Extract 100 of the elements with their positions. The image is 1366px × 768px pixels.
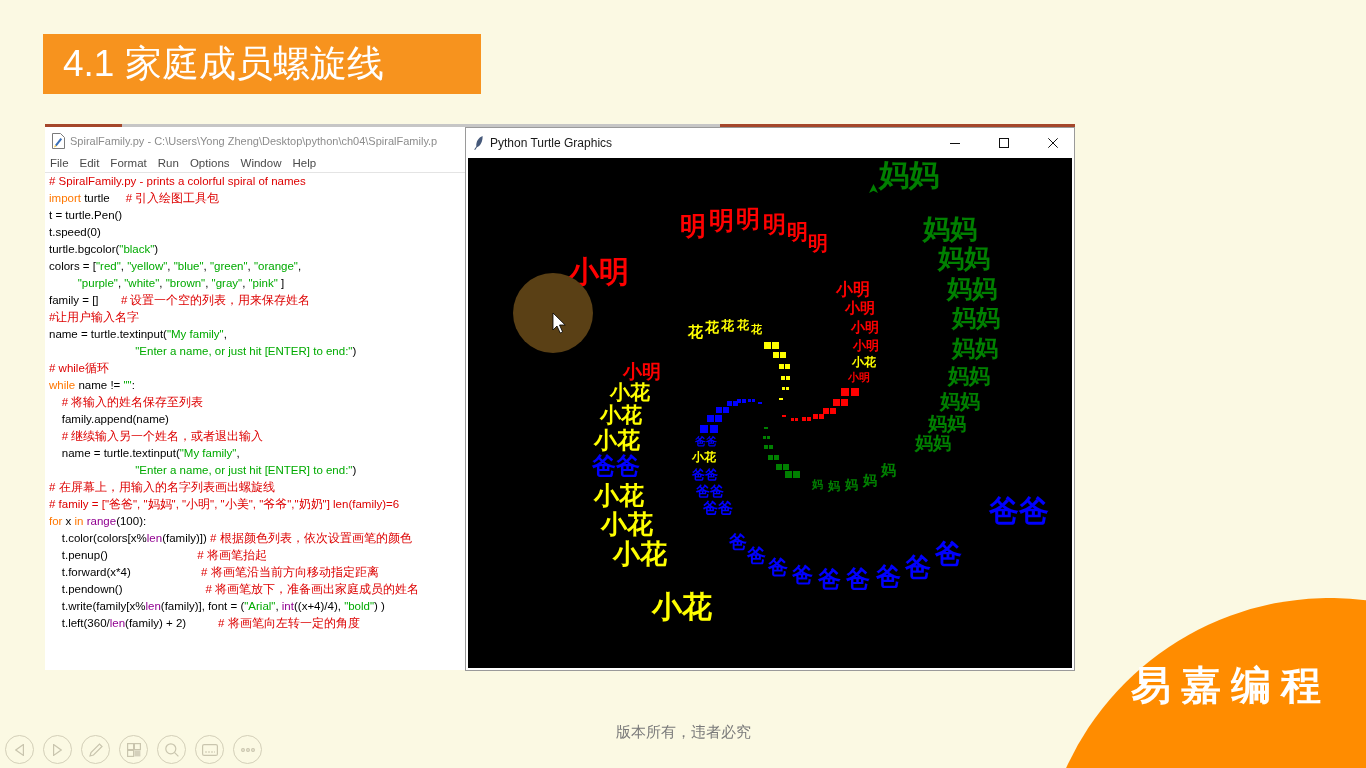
menu-item[interactable]: Window <box>240 157 282 169</box>
menu-item[interactable]: Edit <box>79 157 100 169</box>
spiral-label: 花 <box>704 320 719 335</box>
small-text-mark <box>781 376 790 380</box>
code-line: "Enter a name, or just hit [ENTER] to end:") <box>134 463 357 478</box>
small-text-mark <box>773 352 786 358</box>
spiral-label: 妈 <box>828 480 840 493</box>
document-icon <box>52 132 65 149</box>
code-line: t.speed(0) <box>49 225 101 240</box>
pen-icon <box>88 742 103 757</box>
spiral-label: 小花 <box>594 428 641 452</box>
spiral-label: 妈妈 <box>928 413 967 433</box>
brand-name: 易嘉编程 <box>1131 663 1331 707</box>
code-line: while name != "": <box>49 378 135 393</box>
small-text-mark <box>764 427 768 429</box>
menu-item[interactable]: Run <box>157 157 179 169</box>
code-line: # SpiralFamily.py - prints a colorful spiral of names <box>49 174 306 189</box>
spiral-label: 明 <box>708 208 734 234</box>
spiral-label: 爸 <box>767 556 788 577</box>
spiral-label: 妈妈 <box>947 364 990 387</box>
code-line: name = turtle.textinput("My family", <box>60 446 240 461</box>
spiral-label: 妈 <box>863 472 878 487</box>
spiral-label: 小花 <box>691 451 716 464</box>
screen-icon <box>201 743 218 756</box>
spiral-label: 明 <box>736 208 761 232</box>
code-line: t.pendown() # 将画笔放下，准备画出家庭成员的姓名 <box>60 582 420 597</box>
spiral-label: 小花 <box>594 483 645 508</box>
code-line: # 在屏幕上，用输入的名字列表画出螺旋线 <box>49 480 275 495</box>
magnifier-icon <box>164 742 179 757</box>
spiral-label: 小明 <box>622 362 661 382</box>
spiral-label: 花 <box>736 320 749 333</box>
code-line: #让用户输入名字 <box>49 310 140 325</box>
copyright-notice: 版本所有，违者必究 <box>615 722 751 742</box>
code-line: # while循环 <box>49 361 109 376</box>
window-title: Python Turtle Graphics <box>490 136 613 150</box>
spiral-label: 明 <box>786 220 808 243</box>
spiral-label: 妈妈 <box>951 306 1000 331</box>
right-triangle-icon <box>53 743 62 756</box>
small-text-mark <box>791 418 798 421</box>
code-line: import turtle # 引入绘图工具包 <box>49 191 220 206</box>
menu-item[interactable]: Help <box>292 157 317 169</box>
spiral-label: 妈妈 <box>947 276 998 302</box>
code-line: # family = ["爸爸", "妈妈", "小明", "小美", "爷爷","奶奶"] len(family)=6 <box>49 497 400 512</box>
spiral-label: 小明 <box>836 282 871 299</box>
spiral-label: 小花 <box>613 539 668 568</box>
arrowhead-icon <box>869 183 879 193</box>
spiral-label: 爸爸 <box>988 495 1049 526</box>
spiral-label: 小明 <box>568 256 629 287</box>
menu-item[interactable]: Format <box>110 157 147 169</box>
code-line: # 将输入的姓名保存至列表 <box>60 395 204 410</box>
small-text-mark <box>700 425 718 433</box>
spiral-label: 妈妈 <box>939 390 980 411</box>
small-text-mark <box>779 398 783 400</box>
spiral-label: 妈妈 <box>879 160 940 190</box>
code-line: # 继续输入另一个姓名，或者退出输入 <box>60 429 264 444</box>
code-line: t = turtle.Pen() <box>49 208 123 223</box>
code-line: turtle.bgcolor("black") <box>49 242 159 257</box>
spiral-label: 小明 <box>852 338 879 352</box>
code-line: t.write(family[x%len(family)], font = ("Arial", int((x+4)/4), "bold") ) <box>60 599 385 614</box>
spiral-label: 爸 <box>934 539 962 568</box>
code-line: family.append(name) <box>60 412 169 427</box>
spiral-label: 爸爸 <box>703 501 734 517</box>
spiral-label: 爸 <box>791 564 813 586</box>
spiral-label: 爸 <box>746 545 766 565</box>
code-line: t.penup() # 将画笔抬起 <box>60 548 267 563</box>
small-text-mark <box>768 455 779 460</box>
spiral-label: 花 <box>750 324 762 336</box>
small-text-mark <box>779 364 790 369</box>
menu-item[interactable]: File <box>50 157 69 169</box>
small-text-mark <box>841 388 859 396</box>
spiral-label: 小明 <box>847 372 870 384</box>
code-line: t.color(colors[x%len(family)]) # 根据颜色列表，依次设置画笔的颜色 <box>60 531 412 546</box>
spiral-label: 爸爸 <box>696 484 724 499</box>
small-text-mark <box>764 445 773 449</box>
spiral-label: 爸 <box>905 554 932 581</box>
small-text-mark <box>833 399 848 406</box>
spiral-label: 爸 <box>728 532 747 551</box>
spiral-label: 小花 <box>610 381 651 402</box>
small-text-mark <box>748 399 755 402</box>
code-line: "Enter a name, or just hit [ENTER] to end:") <box>134 344 357 359</box>
spiral-label: 爸爸 <box>692 467 719 481</box>
spiral-label: 小花 <box>601 511 654 538</box>
menu-item[interactable]: Options <box>189 157 230 169</box>
spiral-label: 爸 <box>875 563 901 589</box>
code-line: "purple", "white", "brown", "gray", "pink" ] <box>76 276 285 291</box>
spiral-label: 明 <box>680 212 707 239</box>
code-line: name = turtle.textinput("My family", <box>49 327 227 342</box>
spiral-label: 爸 <box>846 568 871 593</box>
spiral-label: 明 <box>762 212 786 236</box>
spiral-label: 小明 <box>850 320 879 335</box>
small-text-mark <box>782 415 786 417</box>
small-text-mark <box>782 387 789 390</box>
spiral-label: 妈妈 <box>951 336 998 360</box>
feather-icon <box>474 136 483 150</box>
code-line: t.forward(x*4) # 将画笔沿当前方向移动指定距离 <box>60 565 379 580</box>
code-line: for x in range(100): <box>49 514 147 529</box>
slide-title: 4.1 家庭成员螺旋线 <box>43 34 481 94</box>
code-line: family = [] # 设置一个空的列表，用来保存姓名 <box>49 293 311 308</box>
window-title: SpiralFamily.py - C:\Users\Yong Zheng\Desktop\python\ch04\SpiralFamily.p <box>70 134 438 147</box>
small-text-mark <box>763 436 770 439</box>
